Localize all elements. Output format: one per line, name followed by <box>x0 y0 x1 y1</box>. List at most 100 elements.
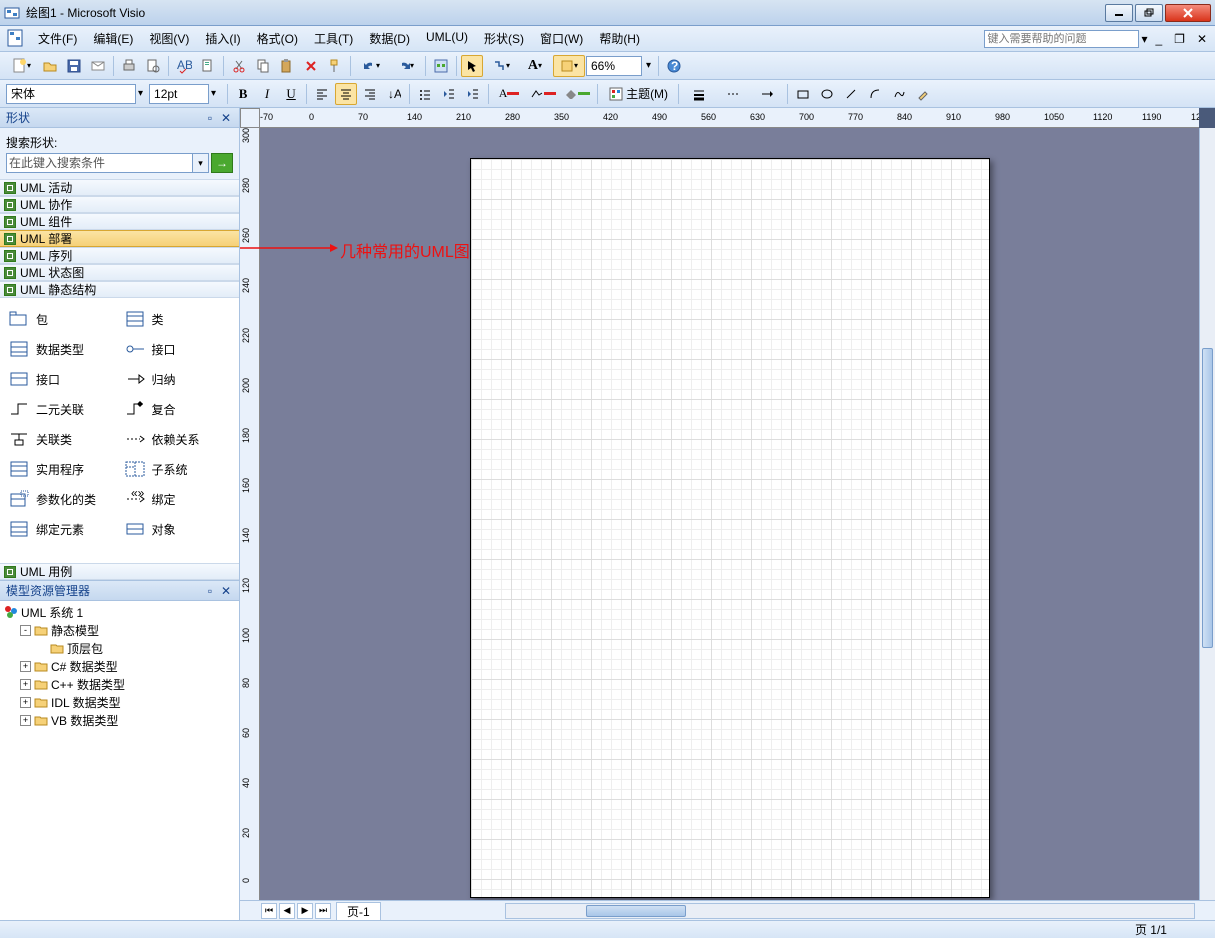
rectangle-tool-button[interactable] <box>792 83 814 105</box>
tree-expand-icon[interactable]: - <box>20 625 31 636</box>
save-button[interactable] <box>63 55 85 77</box>
undo-button[interactable]: ▾ <box>355 55 387 77</box>
line-weight-button[interactable] <box>683 83 715 105</box>
panel-close-icon[interactable]: ✕ <box>219 111 233 125</box>
align-left-button[interactable] <box>311 83 333 105</box>
tree-expand-icon[interactable]: + <box>20 715 31 726</box>
drawing-page[interactable] <box>470 158 990 898</box>
font-size-combobox[interactable]: 12pt <box>149 84 209 104</box>
delete-button[interactable] <box>300 55 322 77</box>
arc-tool-button[interactable] <box>864 83 886 105</box>
shape-item[interactable]: 复合 <box>124 400 232 418</box>
shape-item[interactable]: 对象 <box>124 520 232 538</box>
shape-item[interactable]: 子系统 <box>124 460 232 478</box>
paste-button[interactable] <box>276 55 298 77</box>
tree-expand-icon[interactable]: + <box>20 697 31 708</box>
stencil-uml-usecase[interactable]: UML 用例 <box>0 563 239 580</box>
menu-item[interactable]: 形状(S) <box>476 27 532 50</box>
help-button[interactable]: ? <box>663 55 685 77</box>
stencil-header[interactable]: UML 状态图 <box>0 264 239 281</box>
stencil-header[interactable]: UML 部署 <box>0 230 239 247</box>
vertical-scrollbar[interactable] <box>1199 128 1215 900</box>
shape-search-input[interactable]: 在此键入搜索条件 <box>6 153 193 173</box>
tree-node[interactable]: +C# 数据类型 <box>2 657 237 675</box>
menu-item[interactable]: 窗口(W) <box>532 27 591 50</box>
decrease-indent-button[interactable] <box>438 83 460 105</box>
menu-item[interactable]: 数据(D) <box>361 27 418 50</box>
tree-node[interactable]: +VB 数据类型 <box>2 711 237 729</box>
pencil-tool-button[interactable] <box>912 83 934 105</box>
tree-node[interactable]: +C++ 数据类型 <box>2 675 237 693</box>
fill-color-button[interactable] <box>561 83 593 105</box>
stencil-header[interactable]: UML 组件 <box>0 213 239 230</box>
tree-root[interactable]: UML 系统 1 <box>2 603 237 621</box>
menu-item[interactable]: 格式(O) <box>249 27 306 50</box>
line-ends-button[interactable] <box>751 83 783 105</box>
horizontal-scrollbar[interactable] <box>505 903 1195 919</box>
search-dropdown-icon[interactable]: ▾ <box>193 153 209 173</box>
menu-item[interactable]: 文件(F) <box>30 27 85 50</box>
line-color-button[interactable] <box>527 83 559 105</box>
research-button[interactable] <box>197 55 219 77</box>
minimize-button[interactable] <box>1105 4 1133 22</box>
shape-item[interactable]: 包 <box>8 310 116 328</box>
stencil-header[interactable]: UML 活动 <box>0 179 239 196</box>
menu-item[interactable]: 插入(I) <box>197 27 248 50</box>
freeform-tool-button[interactable] <box>888 83 910 105</box>
shape-item[interactable]: 类 <box>124 310 232 328</box>
redo-button[interactable]: ▾ <box>389 55 421 77</box>
shape-item[interactable]: 依赖关系 <box>124 430 232 448</box>
page-tab[interactable]: 页-1 <box>336 902 381 920</box>
print-button[interactable] <box>118 55 140 77</box>
underline-button[interactable]: U <box>280 83 302 105</box>
shape-item[interactable]: 关联类 <box>8 430 116 448</box>
font-name-combobox[interactable]: 宋体 <box>6 84 136 104</box>
panel-restore-icon[interactable]: ▫ <box>203 111 217 125</box>
visio-doc-icon[interactable] <box>6 29 26 49</box>
menu-item[interactable]: 视图(V) <box>141 27 197 50</box>
font-dropdown-icon[interactable]: ▾ <box>138 88 143 99</box>
email-button[interactable] <box>87 55 109 77</box>
panel-restore-icon[interactable]: ▫ <box>203 584 217 598</box>
line-tool-button[interactable] <box>840 83 862 105</box>
shape-item[interactable]: 接口 <box>8 370 116 388</box>
search-go-button[interactable]: → <box>211 153 233 173</box>
zoom-combobox[interactable]: 66% <box>586 56 642 76</box>
help-dropdown-icon[interactable]: ▾ <box>1141 32 1147 46</box>
shape-item[interactable]: 实用程序 <box>8 460 116 478</box>
tree-node[interactable]: +IDL 数据类型 <box>2 693 237 711</box>
open-button[interactable] <box>39 55 61 77</box>
format-painter-button[interactable] <box>324 55 346 77</box>
first-page-button[interactable]: ⏮ <box>261 903 277 919</box>
shape-item[interactable]: 数据类型 <box>8 340 116 358</box>
increase-indent-button[interactable] <box>462 83 484 105</box>
shape-item[interactable]: «»绑定 <box>124 490 232 508</box>
close-button[interactable] <box>1165 4 1211 22</box>
next-page-button[interactable]: ▶ <box>297 903 313 919</box>
shape-item[interactable]: 归纳 <box>124 370 232 388</box>
stencil-header[interactable]: UML 序列 <box>0 247 239 264</box>
ellipse-tool-button[interactable] <box>816 83 838 105</box>
menu-item[interactable]: UML(U) <box>418 27 476 50</box>
help-search-input[interactable] <box>984 30 1139 48</box>
shape-item[interactable]: 绑定元素 <box>8 520 116 538</box>
line-pattern-button[interactable] <box>717 83 749 105</box>
doc-close-button[interactable]: ✕ <box>1197 32 1207 46</box>
cut-button[interactable] <box>228 55 250 77</box>
shape-window-button[interactable] <box>430 55 452 77</box>
menu-item[interactable]: 工具(T) <box>306 27 361 50</box>
tree-expand-icon[interactable]: + <box>20 661 31 672</box>
align-center-button[interactable] <box>335 83 357 105</box>
fontsize-dropdown-icon[interactable]: ▾ <box>211 88 216 99</box>
tree-node[interactable]: 顶层包 <box>2 639 237 657</box>
panel-close-icon[interactable]: ✕ <box>219 584 233 598</box>
align-right-button[interactable] <box>359 83 381 105</box>
align-justify-button[interactable]: ↓A <box>383 83 405 105</box>
drawing-tools-button[interactable]: ▾ <box>553 55 585 77</box>
font-color-button[interactable]: A <box>493 83 525 105</box>
text-tool-button[interactable]: A▾ <box>519 55 551 77</box>
tree-node[interactable]: -静态模型 <box>2 621 237 639</box>
doc-restore-button[interactable]: ❐ <box>1174 32 1185 46</box>
shape-item[interactable]: 二元关联 <box>8 400 116 418</box>
copy-button[interactable] <box>252 55 274 77</box>
